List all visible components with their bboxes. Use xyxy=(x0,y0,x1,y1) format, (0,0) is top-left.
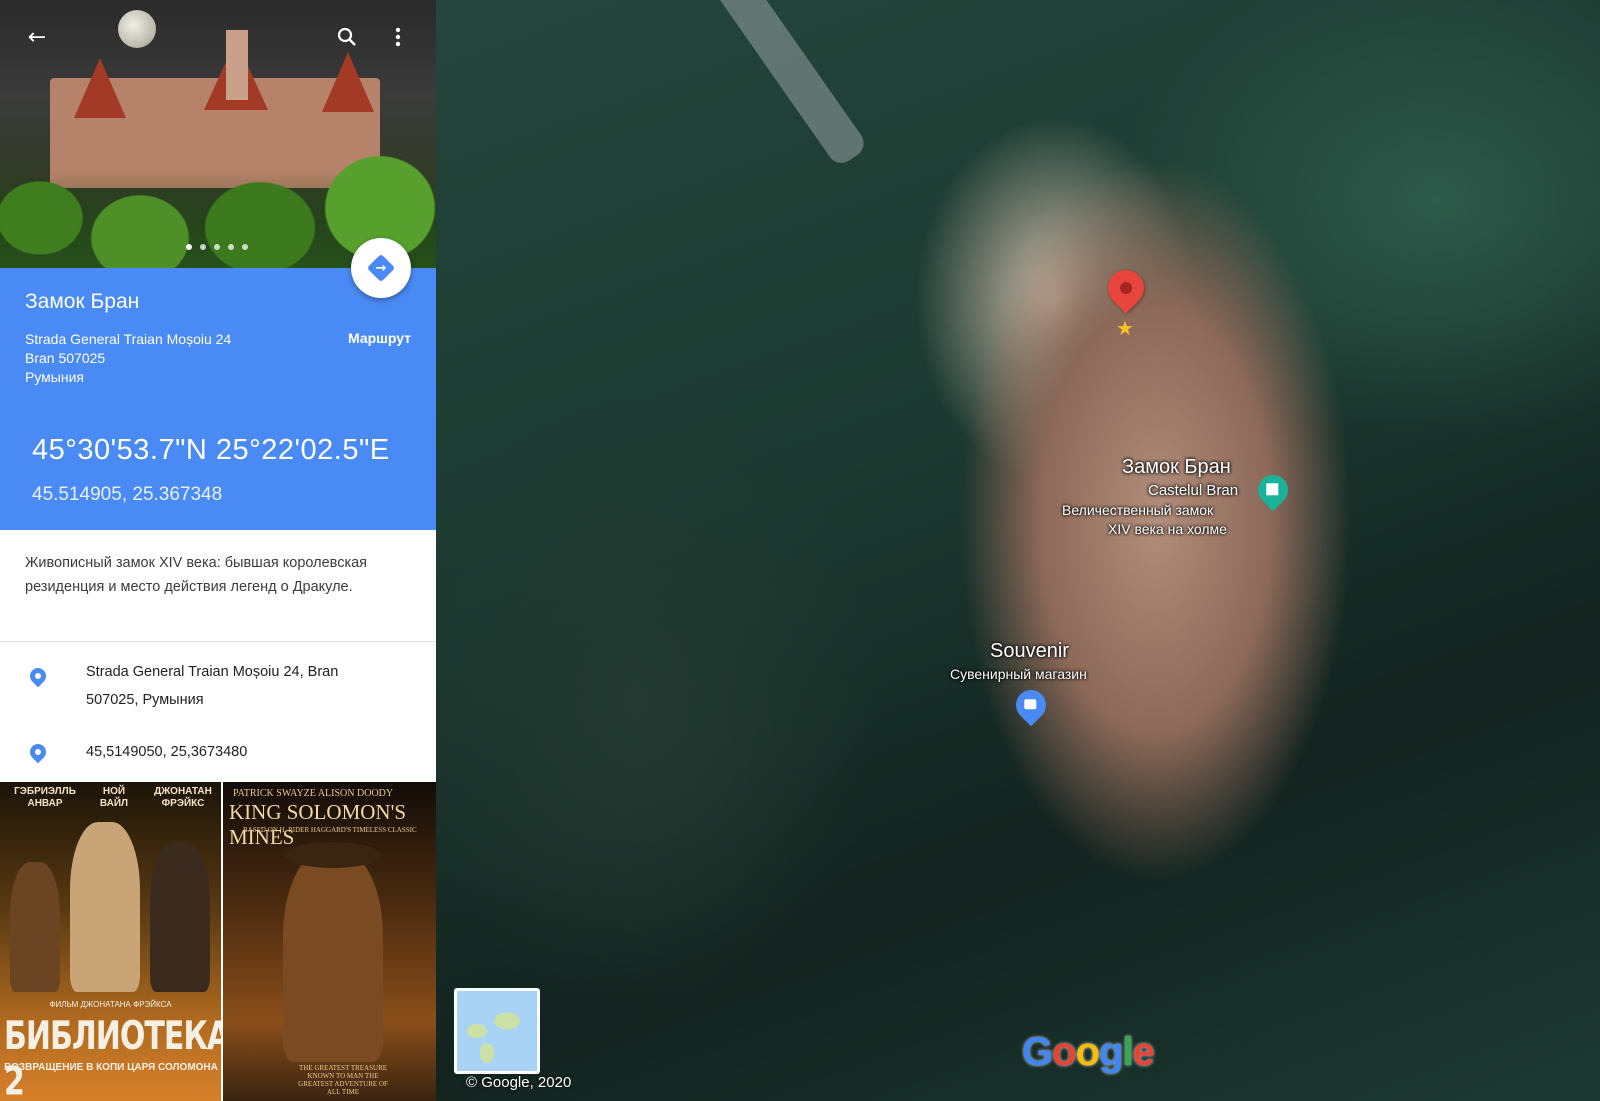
castle-tower xyxy=(226,30,248,100)
directions-button[interactable]: → xyxy=(351,238,411,298)
location-pin-icon xyxy=(26,664,50,688)
detail-row-address[interactable]: Strada General Traian Moșoiu 24, Bran 50… xyxy=(0,660,436,720)
back-button[interactable]: ← xyxy=(22,22,52,52)
map-copyright: © Google, 2020 xyxy=(466,1074,572,1091)
map-marker-pin[interactable] xyxy=(1100,262,1152,314)
poster-actors: PATRICK SWAYZE ALISON DOODY xyxy=(233,788,394,799)
photo-pagination xyxy=(186,244,248,250)
photo-dot[interactable] xyxy=(214,244,220,250)
poster-figure xyxy=(70,822,140,992)
castle-roof xyxy=(322,52,374,112)
poster-actor: ГЭБРИЭЛЛЬ АНВАР xyxy=(14,786,76,809)
detail-coordinates-text: 45,5149050, 25,3673480 xyxy=(86,744,248,760)
detail-address-text: Strada General Traian Moșoiu 24, Bran 50… xyxy=(86,664,339,708)
photo-dot[interactable] xyxy=(228,244,234,250)
coordinates-decimal: 45.514905, 25.367348 xyxy=(32,484,223,505)
shopping-bag-poi-icon[interactable] xyxy=(1009,683,1053,727)
place-photo[interactable]: ← xyxy=(0,0,436,268)
location-pin-icon xyxy=(26,740,50,764)
place-description: Живописный замок XIV века: бывшая короле… xyxy=(25,555,368,595)
place-title: Замок Бран xyxy=(25,290,140,313)
minimap-thumbnail[interactable] xyxy=(454,988,540,1074)
poster-figure xyxy=(283,852,383,1062)
road xyxy=(706,0,870,169)
detail-row-coordinates[interactable]: 45,5149050, 25,3673480 xyxy=(0,738,436,774)
more-vert-icon xyxy=(395,27,401,47)
map-label-souvenir-sub: Сувенирный магазин xyxy=(950,666,1087,682)
poster-note: BASED ON H. RIDER HAGGARD'S TIMELESS CLA… xyxy=(243,826,417,834)
search-button[interactable] xyxy=(332,22,362,52)
castle-roof xyxy=(74,58,126,118)
star-icon: ★ xyxy=(1116,316,1134,340)
google-logo: Google xyxy=(1022,1030,1155,1074)
map-label-castle[interactable]: Замок Бран xyxy=(1122,456,1231,479)
address-line: Bran 507025 xyxy=(25,350,106,366)
place-header: Замок Бран Strada General Traian Moșoiu … xyxy=(0,238,436,530)
poster-actor: НОЙ ВАЙЛ xyxy=(99,786,129,809)
castle-poi-icon[interactable] xyxy=(1251,468,1295,512)
photo-dot[interactable] xyxy=(186,244,192,250)
directions-label[interactable]: Маршрут xyxy=(348,330,411,346)
poster-subtitle: ВОЗВРАЩЕНИЕ В КОПИ ЦАРЯ СОЛОМОНА xyxy=(4,1062,218,1073)
map-label-castle-desc: XIV века на холме xyxy=(1108,521,1227,537)
poster-king-solomons-mines: PATRICK SWAYZE ALISON DOODY KING SOLOMON… xyxy=(223,782,436,1101)
poster-tagline: THE GREATEST TREASURE KNOWN TO MAN THE G… xyxy=(298,1064,388,1096)
place-panel: ← Замок Бран Strada General Traian Moșoi… xyxy=(0,0,436,1101)
photo-dot[interactable] xyxy=(242,244,248,250)
poster-actor: ДЖОНАТАН ФРЭЙКС xyxy=(154,786,212,809)
poster-credit: ФИЛЬМ ДЖОНАТАНА ФРЭЙКСА xyxy=(49,1000,172,1009)
place-address: Strada General Traian Moșoiu 24 Bran 507… xyxy=(25,330,231,387)
poster-title: БИБЛИОТЕКАРЬ 2 xyxy=(4,1014,221,1101)
map-label-castle-desc: Величественный замок xyxy=(1062,502,1214,518)
poster-hat xyxy=(285,842,381,868)
search-icon xyxy=(337,27,356,46)
address-line: Strada General Traian Moșoiu 24 xyxy=(25,331,232,347)
movie-posters: ГЭБРИЭЛЛЬ АНВАР НОЙ ВАЙЛ ДЖОНАТАН ФРЭЙКС… xyxy=(0,782,436,1101)
divider xyxy=(0,641,436,642)
satellite-map[interactable]: ★ Замок Бран Castelul Bran Величественны… xyxy=(436,0,1600,1101)
directions-icon: → xyxy=(366,253,396,283)
moon-image xyxy=(118,10,156,48)
map-label-castle-sub: Castelul Bran xyxy=(1148,482,1239,499)
arrow-left-icon: ← xyxy=(27,24,47,50)
more-options-button[interactable] xyxy=(383,22,413,52)
coordinates-dms: 45°30'53.7"N 25°22'02.5"E xyxy=(32,434,390,466)
address-line: Румыния xyxy=(25,369,85,385)
map-label-souvenir[interactable]: Souvenir xyxy=(990,640,1069,663)
poster-figure xyxy=(150,842,210,992)
poster-figure xyxy=(10,862,60,992)
poster-librarian: ГЭБРИЭЛЛЬ АНВАР НОЙ ВАЙЛ ДЖОНАТАН ФРЭЙКС… xyxy=(0,782,221,1101)
photo-dot[interactable] xyxy=(200,244,206,250)
